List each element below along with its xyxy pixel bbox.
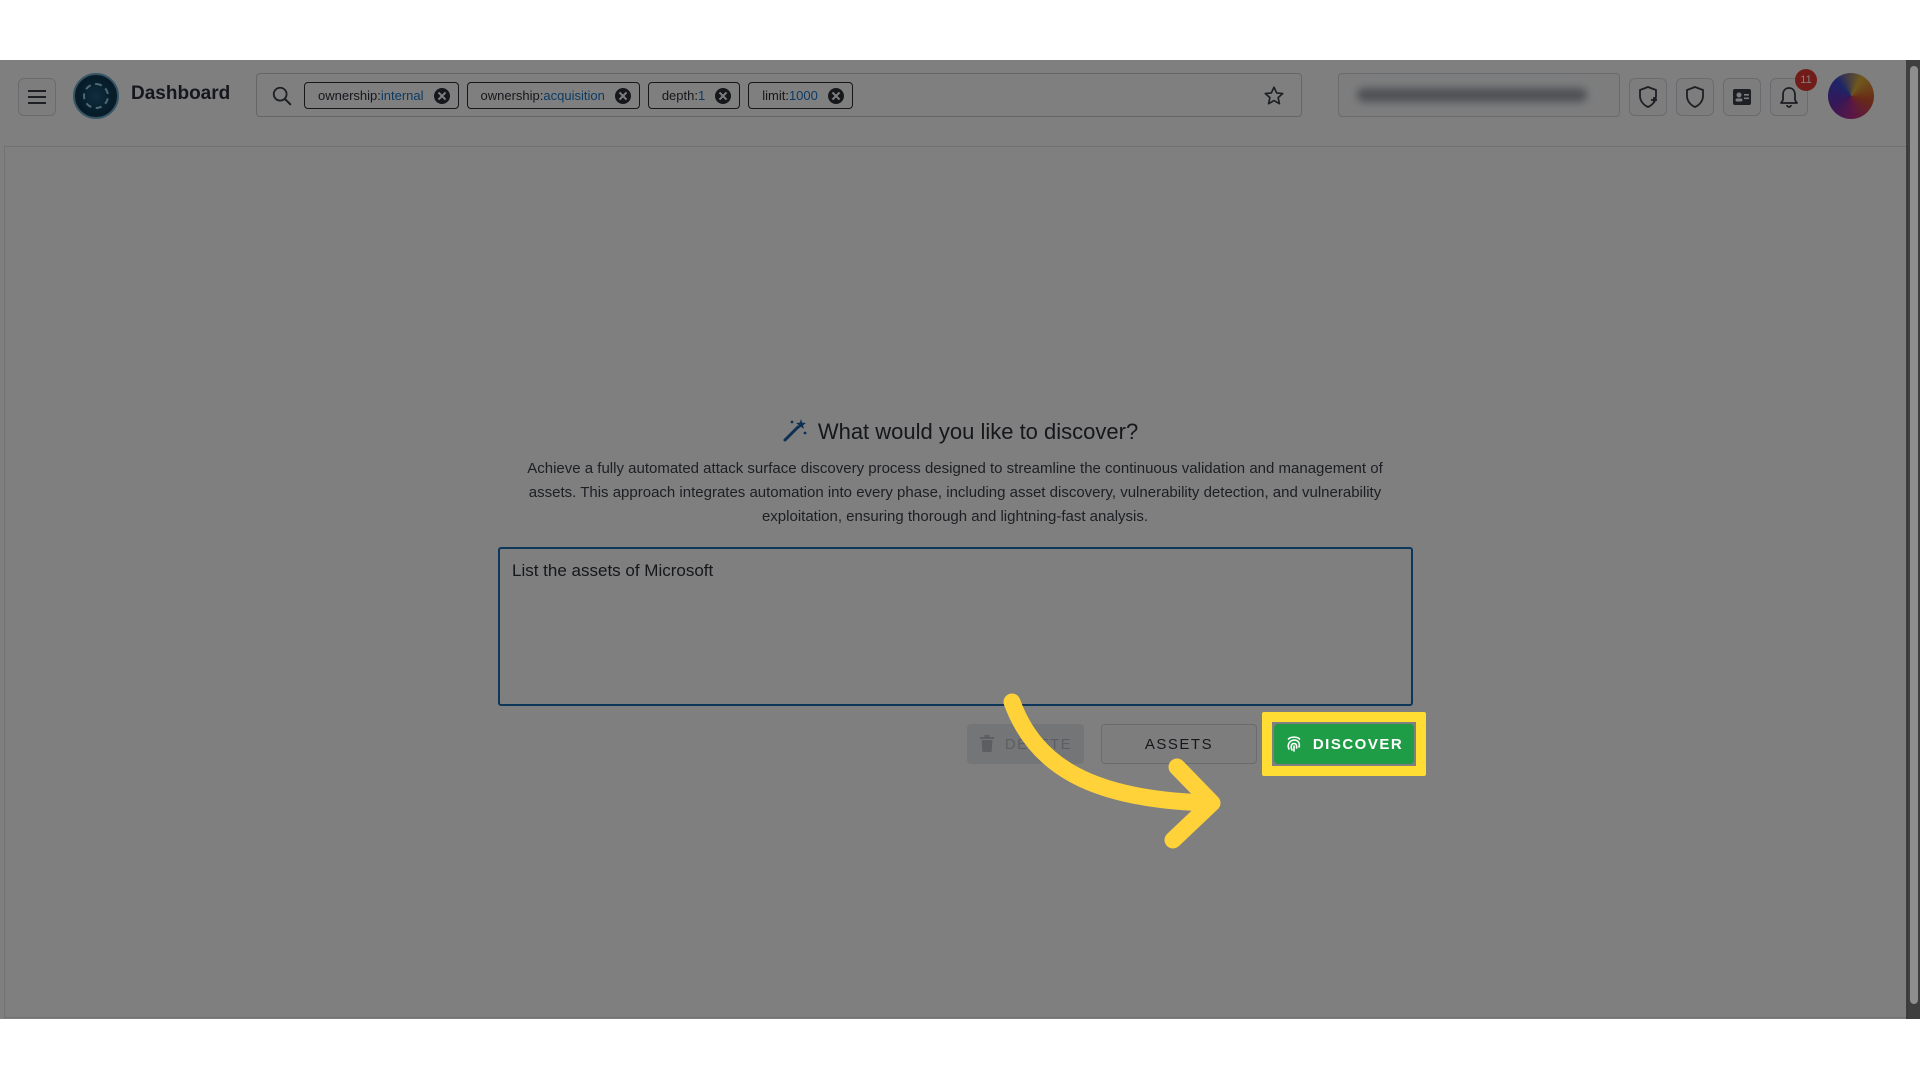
shield-button[interactable] bbox=[1676, 78, 1714, 116]
hamburger-icon bbox=[28, 90, 46, 104]
chip-key: limit: bbox=[762, 88, 789, 103]
discover-heading: What would you like to discover? bbox=[0, 417, 1920, 445]
redacted-org-name bbox=[1357, 88, 1587, 102]
chip-key: depth: bbox=[661, 88, 698, 103]
remove-chip-icon[interactable] bbox=[827, 87, 844, 104]
shield-icon bbox=[1686, 86, 1704, 108]
heading-text: What would you like to discover? bbox=[817, 419, 1139, 444]
chip-key: ownership: bbox=[480, 88, 544, 103]
star-icon[interactable] bbox=[1263, 85, 1285, 107]
bell-icon bbox=[1780, 87, 1798, 108]
chip-value: internal bbox=[380, 88, 424, 103]
discover-label: DISCOVER bbox=[1312, 735, 1404, 753]
filter-chip-ownership-internal[interactable]: ownership: internal bbox=[304, 82, 459, 109]
search-bar[interactable]: ownership: internal ownership: acquisition… bbox=[256, 73, 1302, 117]
app-logo[interactable] bbox=[73, 73, 119, 119]
chip-value: acquisition bbox=[543, 88, 605, 103]
pointer-arrow-icon bbox=[1003, 693, 1221, 849]
filter-chips: ownership: internal ownership: acquisition… bbox=[304, 82, 853, 109]
remove-chip-icon[interactable] bbox=[715, 87, 732, 104]
filter-chip-ownership-acquisition[interactable]: ownership: acquisition bbox=[466, 82, 640, 109]
avatar[interactable] bbox=[1828, 73, 1874, 119]
discover-button[interactable]: DISCOVER bbox=[1274, 724, 1414, 764]
search-icon bbox=[272, 86, 292, 106]
shield-plus-icon bbox=[1639, 86, 1657, 108]
chip-key: ownership: bbox=[318, 88, 381, 103]
organization-select[interactable] bbox=[1338, 73, 1620, 117]
remove-chip-icon[interactable] bbox=[614, 87, 631, 104]
page-title: Dashboard bbox=[131, 83, 231, 104]
filter-chip-depth[interactable]: depth: 1 bbox=[647, 82, 741, 109]
chip-value: 1000 bbox=[788, 88, 818, 103]
discover-description: Achieve a fully automated attack surface… bbox=[527, 460, 1383, 525]
notification-count-badge: 11 bbox=[1795, 69, 1817, 91]
filter-chip-limit[interactable]: limit: 1000 bbox=[748, 82, 853, 109]
contact-card-icon bbox=[1733, 89, 1751, 105]
chip-value: 1 bbox=[697, 88, 706, 103]
fingerprint-icon bbox=[1287, 736, 1301, 752]
scrollbar-thumb[interactable] bbox=[1910, 66, 1918, 1004]
add-shield-button[interactable] bbox=[1629, 78, 1667, 116]
remove-chip-icon[interactable] bbox=[433, 87, 450, 104]
scrollbar[interactable] bbox=[1906, 60, 1920, 1019]
contacts-button[interactable] bbox=[1723, 78, 1761, 116]
discover-prompt-input[interactable]: List the assets of Microsoft bbox=[498, 547, 1413, 706]
magic-wand-icon bbox=[783, 419, 807, 442]
app-screen: Dashboard ownership: internal ownership: a… bbox=[0, 60, 1920, 1019]
menu-button[interactable] bbox=[18, 78, 56, 116]
